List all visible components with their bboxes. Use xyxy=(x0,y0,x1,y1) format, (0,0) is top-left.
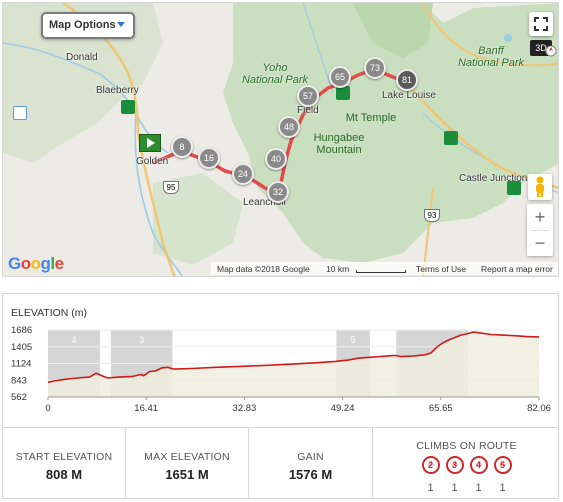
x-tick-label: 32.83 xyxy=(233,403,257,414)
place-label-donald: Donald xyxy=(66,52,98,63)
climb-segment-label: 5 xyxy=(351,335,356,345)
pegman-icon xyxy=(536,176,544,197)
x-tick-label: 82.06 xyxy=(527,403,551,414)
route-map[interactable]: Map Options 3D + − Donald Blaeberry Gold… xyxy=(2,2,559,277)
road-shield-93: 93 xyxy=(424,209,440,222)
climb-category-icon: 3 xyxy=(445,456,464,474)
x-tick-label: 49.24 xyxy=(331,403,355,414)
climb-list: 2 1 3 1 4 1 5 1 xyxy=(373,456,560,494)
terms-of-use-link[interactable]: Terms of Use xyxy=(416,264,466,274)
zoom-control: + − xyxy=(527,204,553,256)
compass-icon[interactable] xyxy=(545,45,557,57)
place-label-blaeberry: Blaeberry xyxy=(96,85,139,96)
mountain-label-mt-temple: Mt Temple xyxy=(345,112,397,124)
climb-category-icon: 4 xyxy=(469,456,488,474)
park-icon xyxy=(336,86,350,100)
stat-gain: GAIN 1576 M xyxy=(249,428,373,498)
route-stats-bar: START ELEVATION 808 M MAX ELEVATION 1651… xyxy=(2,428,559,499)
fullscreen-button[interactable] xyxy=(529,12,553,36)
chevron-down-icon xyxy=(117,22,125,27)
map-scale-bar xyxy=(356,270,406,273)
zoom-out-button[interactable]: − xyxy=(527,230,553,256)
x-tick-label: 0 xyxy=(45,403,50,414)
map-data-credit: Map data ©2018 Google xyxy=(217,264,310,274)
place-label-golden: Golden xyxy=(136,156,169,167)
zoom-divider xyxy=(531,230,549,231)
x-tick-label: 16.41 xyxy=(134,403,158,414)
fullscreen-icon xyxy=(534,17,548,31)
route-km-marker[interactable]: 8 xyxy=(171,136,193,158)
zoom-in-button[interactable]: + xyxy=(527,204,553,230)
mountain-label-hungabee: Hungabee Mountain xyxy=(313,132,365,156)
park-icon xyxy=(507,181,521,195)
street-view-button[interactable] xyxy=(528,174,552,200)
stat-max-elevation: MAX ELEVATION 1651 M xyxy=(126,428,249,498)
climb-item[interactable]: 5 1 xyxy=(493,456,512,494)
map-options-dropdown[interactable]: Map Options xyxy=(41,12,135,39)
stat-label: CLIMBS ON ROUTE xyxy=(416,440,517,452)
climb-segment-label: 3 xyxy=(139,335,144,345)
y-tick-label: 1686 xyxy=(11,325,32,336)
stat-start-elevation: START ELEVATION 808 M xyxy=(3,428,126,498)
elevation-chart[interactable]: 4 3 5 1686 1405 1124 843 562 0 16.41 32.83 49.24 65.… xyxy=(3,294,560,429)
stat-label: START ELEVATION xyxy=(15,451,113,463)
y-tick-label: 562 xyxy=(11,392,27,403)
route-start-flag-icon[interactable] xyxy=(139,134,161,152)
elevation-chart-panel: ELEVATION (m) 4 3 5 1686 1405 1124 843 562 0 16.4… xyxy=(2,293,559,428)
route-km-marker[interactable]: 48 xyxy=(278,116,300,138)
y-tick-label: 1405 xyxy=(11,342,32,353)
climb-count: 1 xyxy=(499,482,506,494)
google-logo: Google xyxy=(8,254,64,273)
stat-value: 1651 M xyxy=(165,467,209,482)
route-km-marker[interactable]: 57 xyxy=(297,85,319,107)
map-scale-label: 10 km xyxy=(326,264,350,274)
climb-count: 1 xyxy=(427,482,434,494)
park-label-banff: Banff National Park xyxy=(457,45,525,69)
climb-item[interactable]: 2 1 xyxy=(421,456,440,494)
report-map-error-link[interactable]: Report a map error xyxy=(481,264,553,274)
climb-item[interactable]: 4 1 xyxy=(469,456,488,494)
stat-climbs-on-route: CLIMBS ON ROUTE 2 1 3 1 4 1 5 1 xyxy=(373,428,560,498)
route-page: Map Options 3D + − Donald Blaeberry Gold… xyxy=(0,0,563,502)
climb-item[interactable]: 3 1 xyxy=(445,456,464,494)
park-icon xyxy=(444,131,458,145)
climb-category-icon: 5 xyxy=(493,456,512,474)
poi-icon xyxy=(13,106,27,120)
x-tick-label: 65.65 xyxy=(429,403,453,414)
route-km-marker[interactable]: 73 xyxy=(364,57,386,79)
map-attribution-bar: Map data ©2018 Google 10 km Terms of Use… xyxy=(211,262,558,275)
place-label-lake-louise: Lake Louise xyxy=(382,90,436,101)
stat-label: GAIN xyxy=(297,451,324,463)
route-km-marker[interactable]: 81 xyxy=(396,69,418,91)
climb-count: 1 xyxy=(475,482,482,494)
map-options-label: Map Options xyxy=(49,19,116,31)
climb-segment-label: 4 xyxy=(72,335,77,345)
route-km-marker[interactable]: 16 xyxy=(198,147,220,169)
route-km-marker[interactable]: 32 xyxy=(267,181,289,203)
y-tick-label: 843 xyxy=(11,375,27,386)
park-icon xyxy=(121,100,135,114)
stat-value: 808 M xyxy=(45,467,83,482)
route-km-marker[interactable]: 65 xyxy=(329,66,351,88)
stat-value: 1576 M xyxy=(288,467,333,482)
stat-label: MAX ELEVATION xyxy=(144,451,230,463)
y-tick-label: 1124 xyxy=(11,359,31,370)
park-label-yoho: Yoho National Park xyxy=(241,62,309,86)
route-km-marker[interactable]: 24 xyxy=(232,163,254,185)
climb-count: 1 xyxy=(451,482,458,494)
route-km-marker[interactable]: 40 xyxy=(265,148,287,170)
climb-category-icon: 2 xyxy=(421,456,440,474)
road-shield-95: 95 xyxy=(163,181,179,194)
